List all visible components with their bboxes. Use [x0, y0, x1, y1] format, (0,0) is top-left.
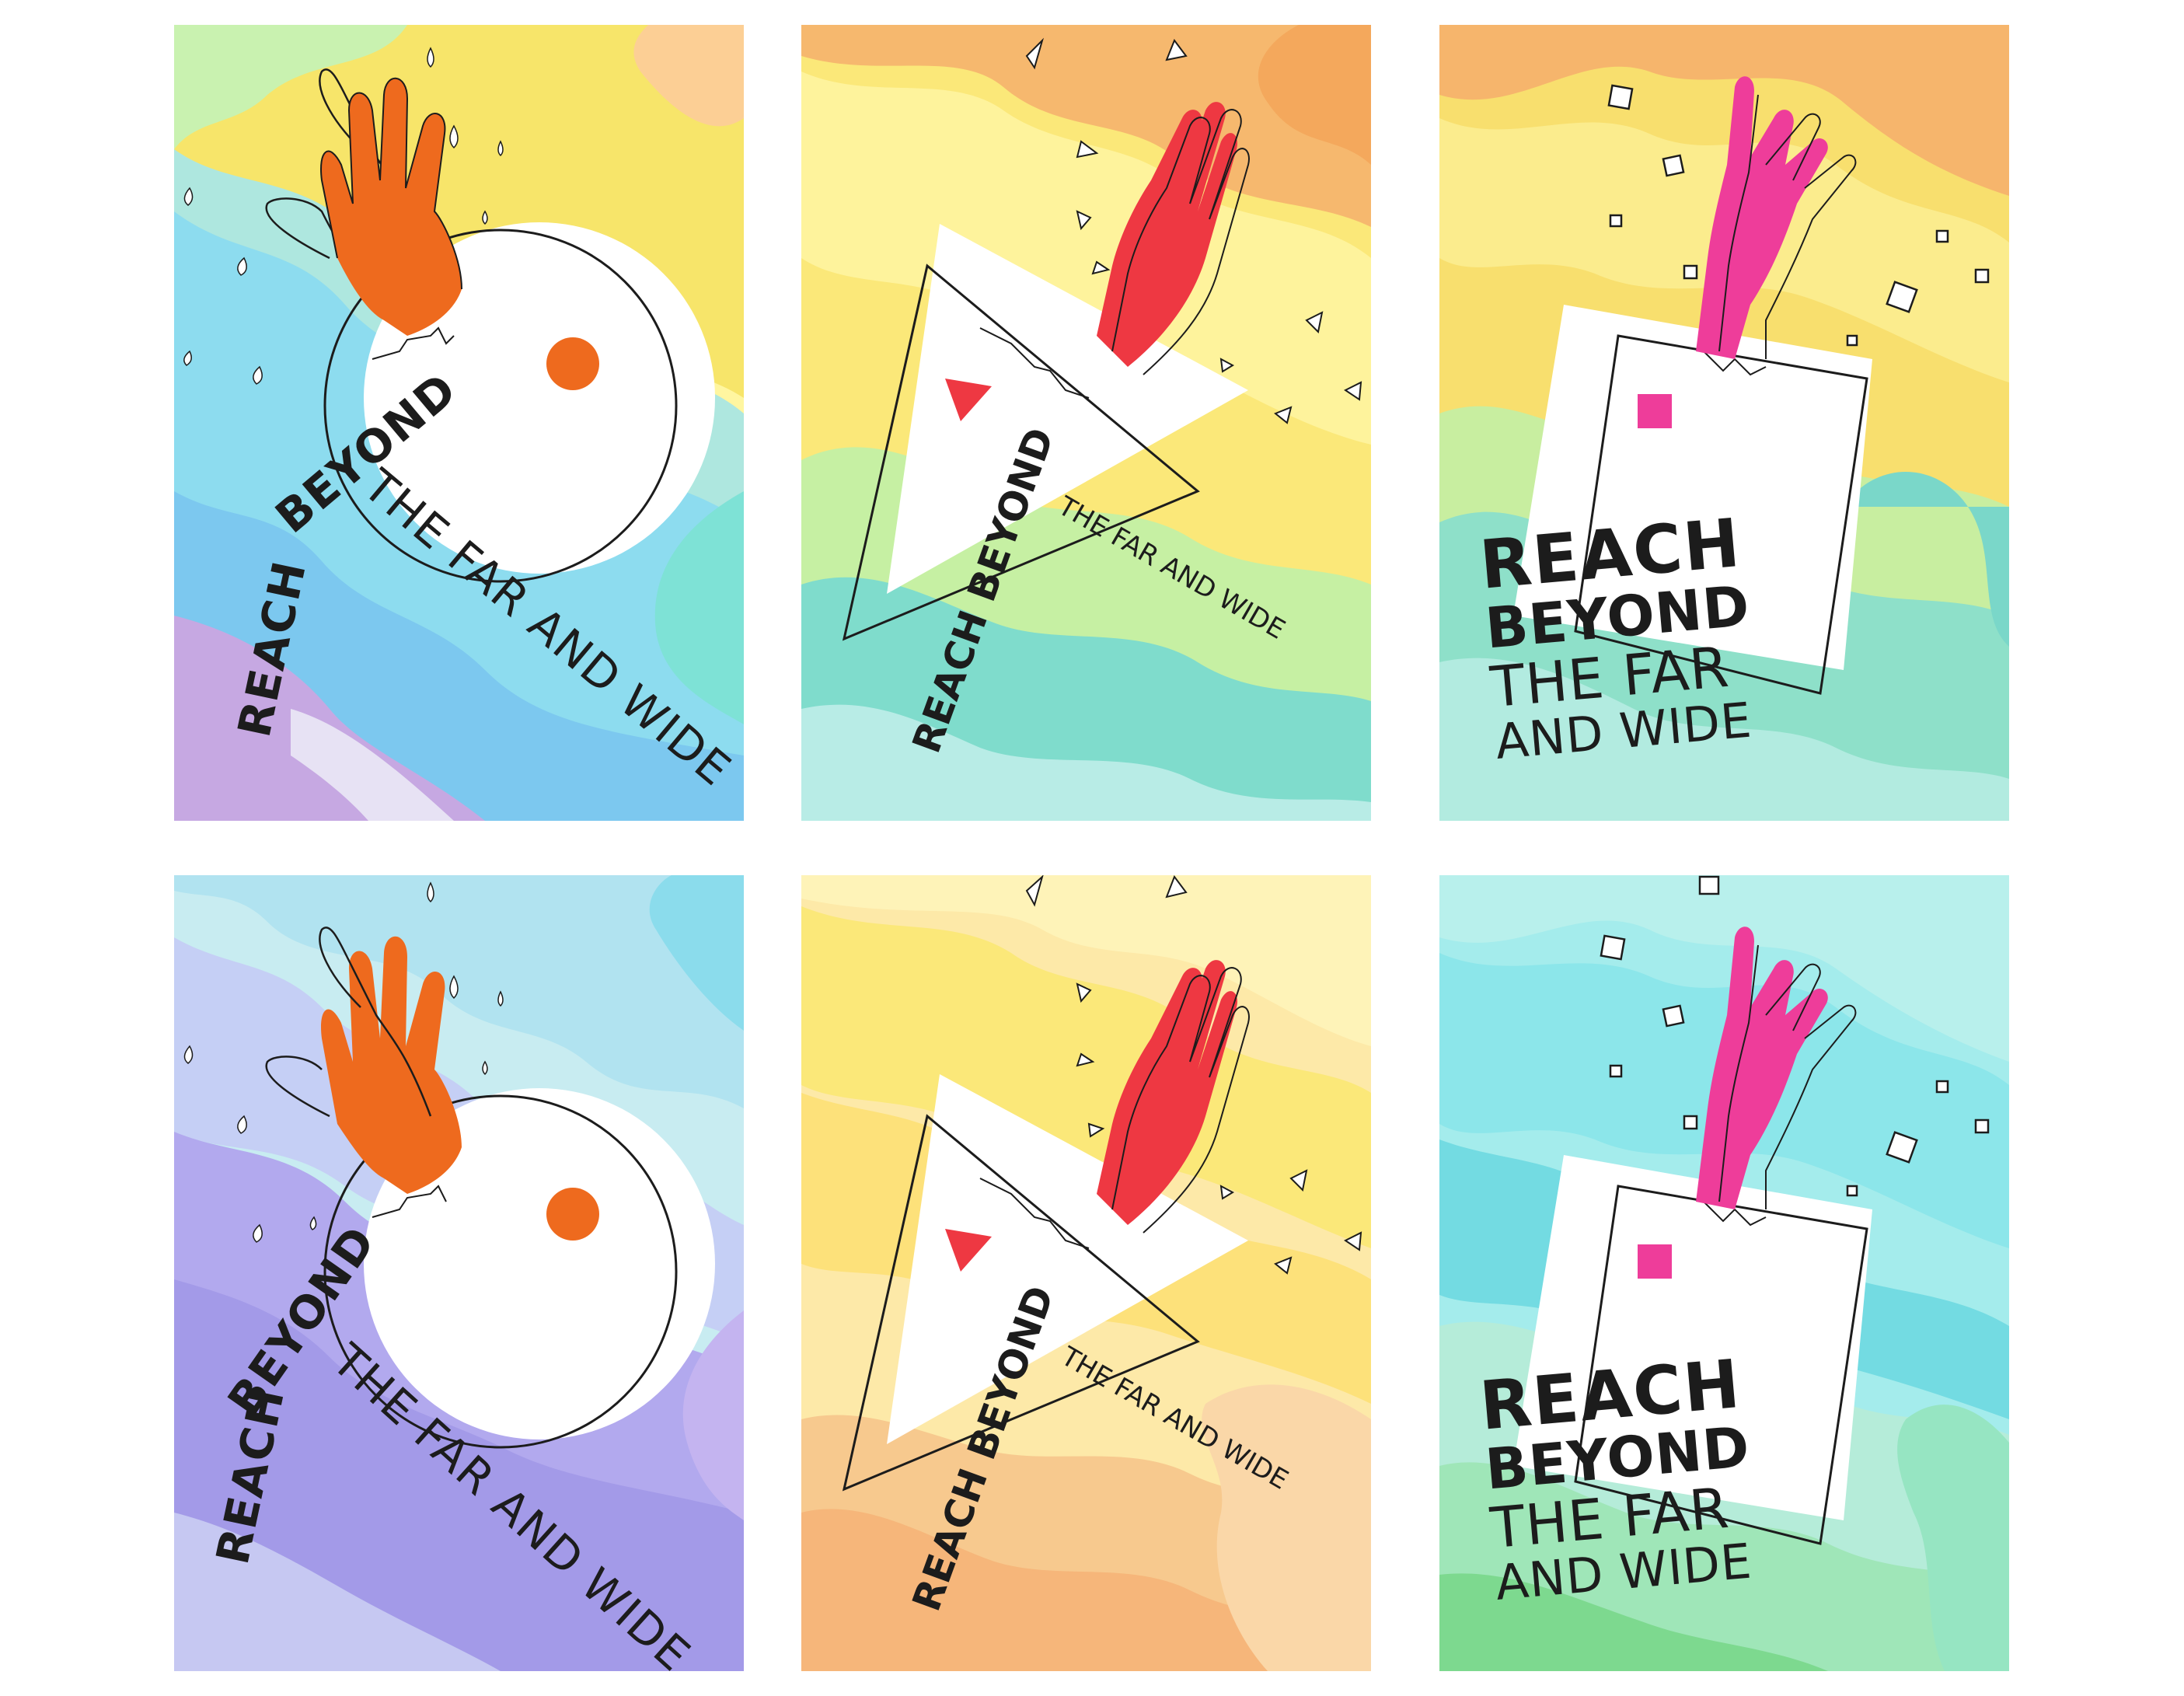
poster-2-triangle: REACH BEYOND THE FAR AND WIDE — [801, 25, 1371, 821]
poster-6-headline: REACH BEYOND THE FAR AND WIDE — [1477, 1345, 1762, 1611]
poster-1-artwork: REACH BEYOND THE FAR AND WIDE — [174, 25, 744, 821]
poster-4-circle: REACH BEYOND THE FAR AND WIDE — [174, 875, 744, 1671]
poster-2-artwork: REACH BEYOND THE FAR AND WIDE — [801, 25, 1371, 821]
poster-3-square: REACH BEYOND THE FAR AND WIDE — [1439, 25, 2009, 821]
poster-6-square: REACH BEYOND THE FAR AND WIDE — [1439, 875, 2009, 1671]
poster-5-triangle: REACH BEYOND THE FAR AND WIDE — [801, 875, 1371, 1671]
pink-square — [1638, 394, 1672, 428]
orange-dot — [546, 337, 599, 390]
poster-3-headline: REACH BEYOND THE FAR AND WIDE — [1477, 504, 1762, 770]
pink-square — [1638, 1244, 1672, 1279]
poster-4-artwork: REACH BEYOND THE FAR AND WIDE — [174, 875, 744, 1671]
orange-dot — [546, 1188, 599, 1241]
poster-5-artwork: REACH BEYOND THE FAR AND WIDE — [801, 875, 1371, 1671]
poster-1-circle: REACH BEYOND THE FAR AND WIDE — [174, 25, 744, 821]
